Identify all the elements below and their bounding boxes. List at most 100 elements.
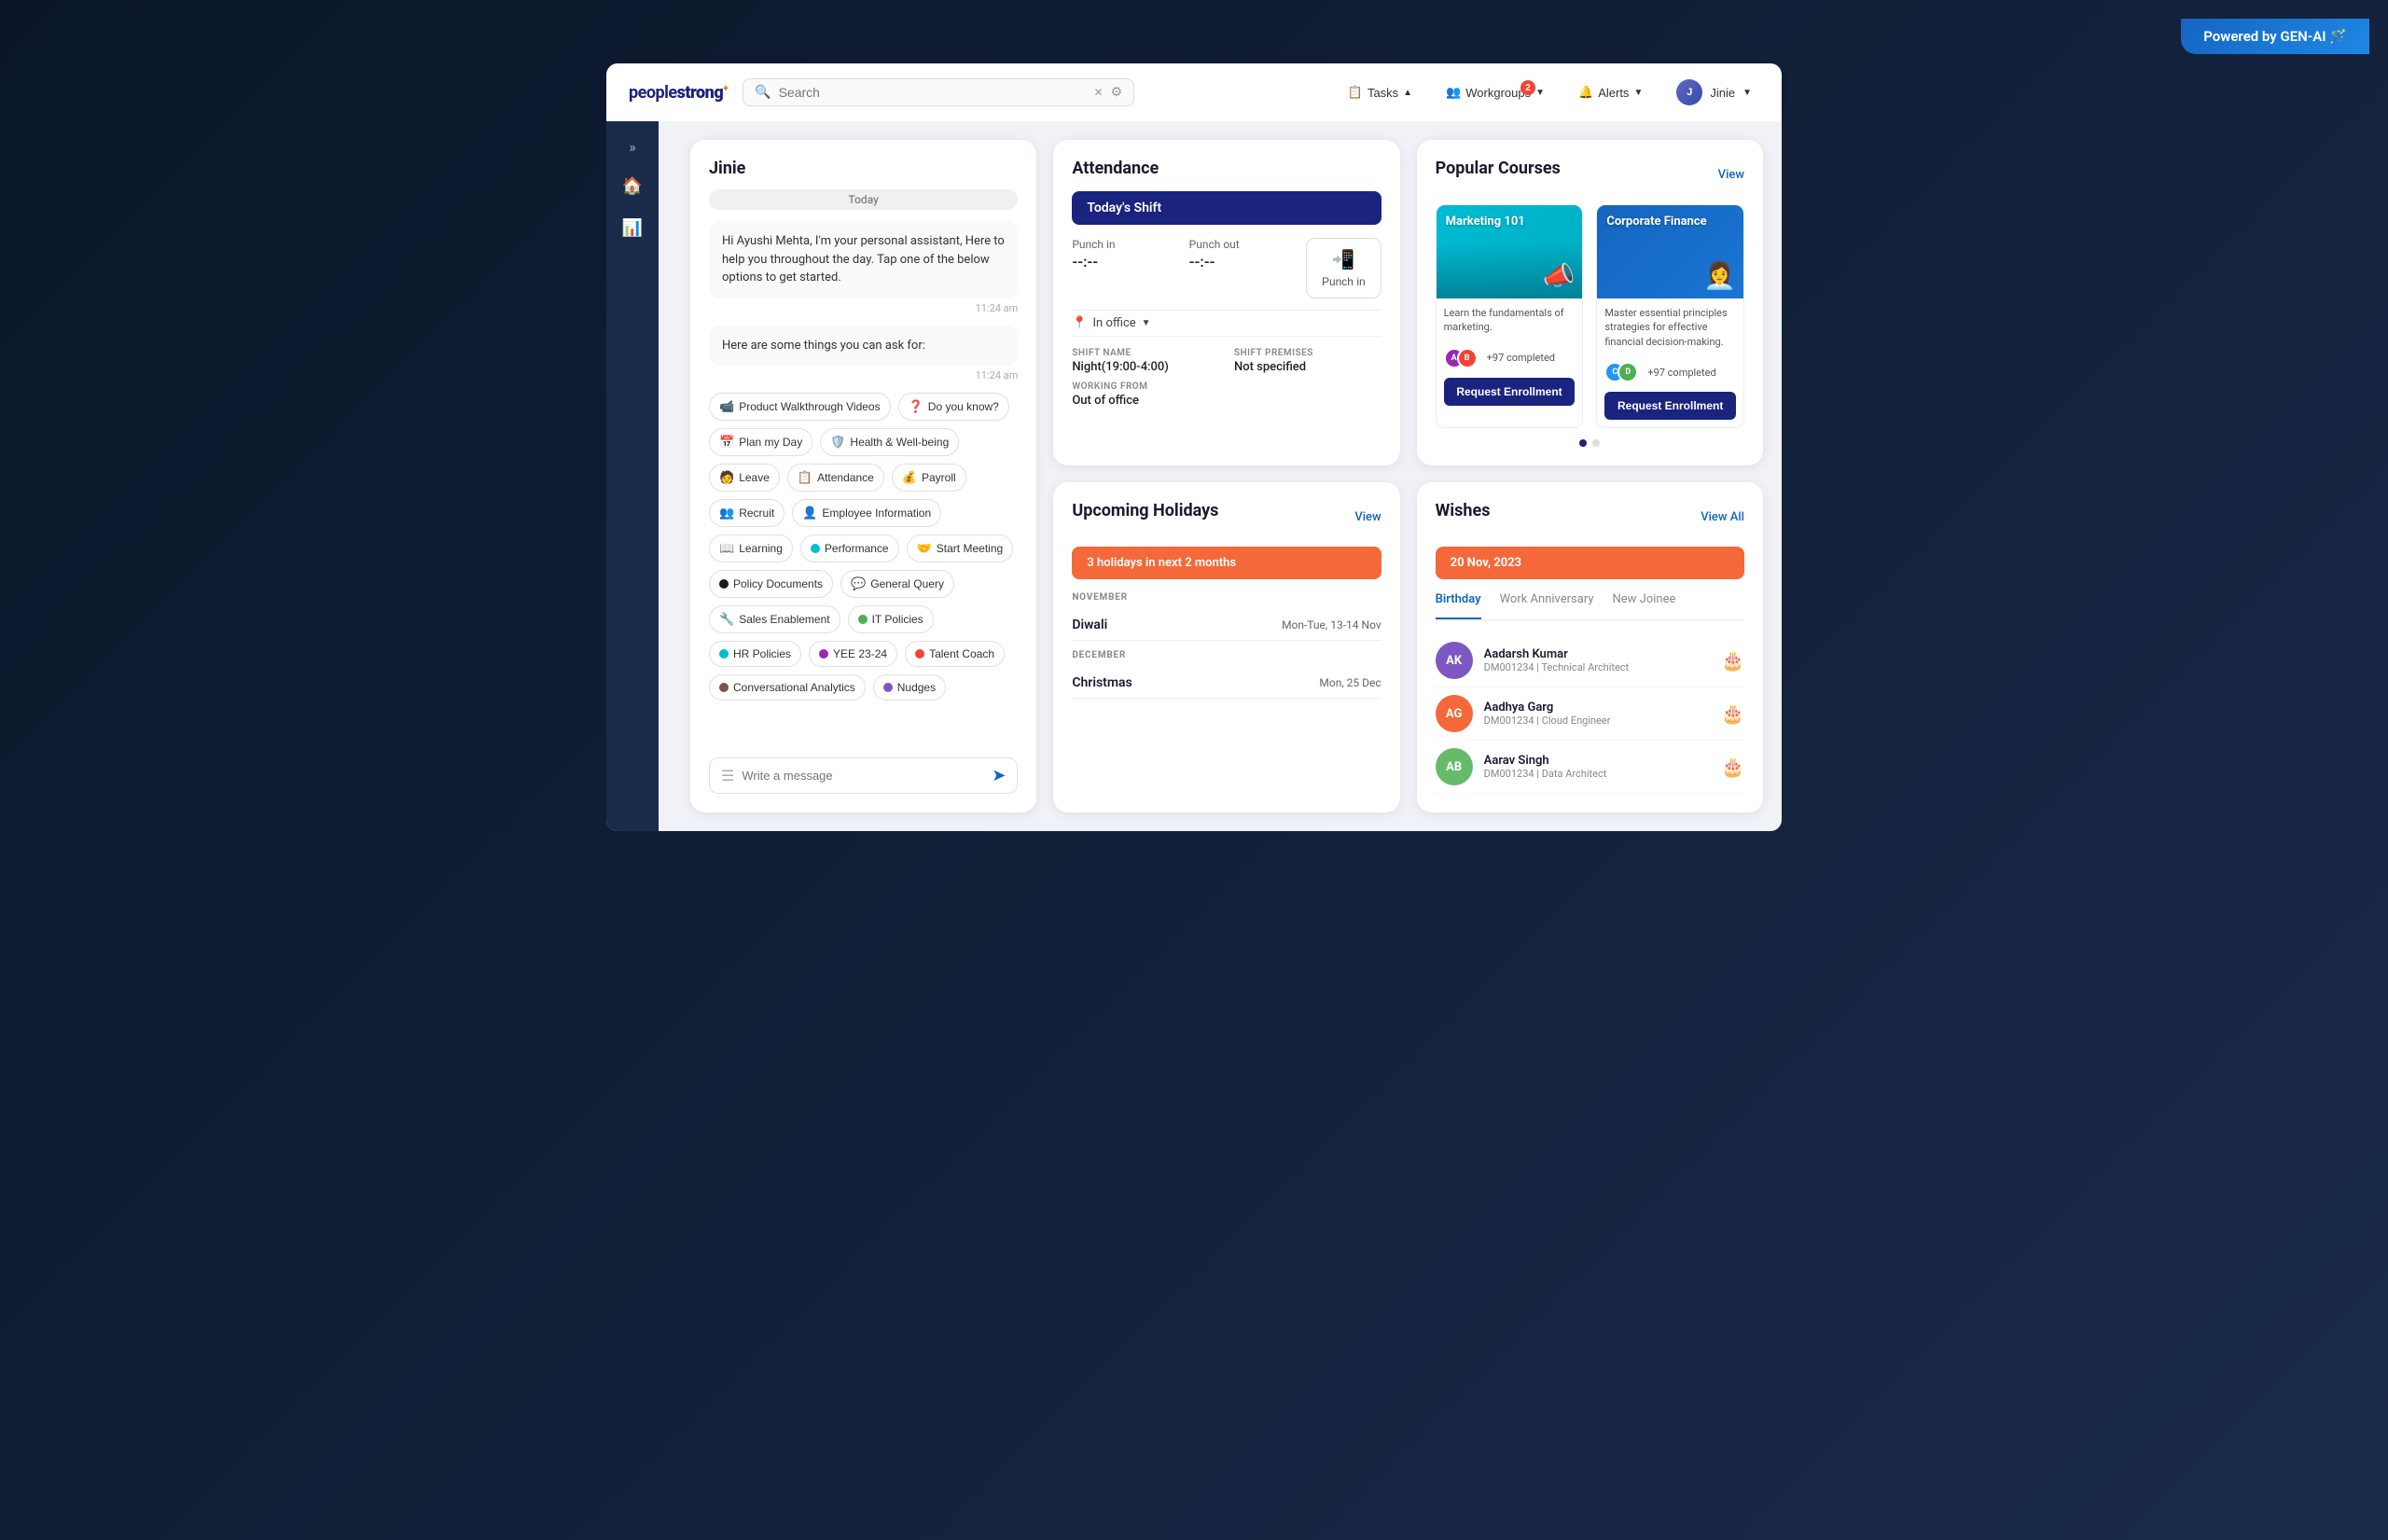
holidays-list: NOVEMBER Diwali Mon-Tue, 13-14 Nov DECEM… bbox=[1072, 592, 1381, 699]
jinie-title: Jinie bbox=[709, 159, 1018, 178]
qa-label: Recruit bbox=[739, 506, 774, 520]
enroll-finance-button[interactable]: Request Enrollment bbox=[1604, 392, 1736, 420]
shift-name-group: SHIFT NAME Night(19:00-4:00) bbox=[1072, 348, 1219, 374]
chat-greeting: Hi Ayushi Mehta, I'm your personal assis… bbox=[709, 221, 1018, 298]
shift-name-label: SHIFT NAME bbox=[1072, 348, 1219, 358]
filter-icon[interactable]: ⚙ bbox=[1111, 85, 1123, 100]
wish-name: Aadarsh Kumar bbox=[1484, 647, 1710, 661]
quick-action-employee-information[interactable]: 👤Employee Information bbox=[792, 499, 941, 527]
quick-action-sales-enablement[interactable]: 🔧Sales Enablement bbox=[709, 605, 840, 633]
search-input[interactable] bbox=[779, 85, 1087, 100]
wish-person: AG Aadhya Garg DM001234 | Cloud Engineer… bbox=[1436, 687, 1744, 741]
send-button[interactable]: ➤ bbox=[992, 766, 1006, 785]
courses-view-link[interactable]: View bbox=[1718, 168, 1744, 182]
workgroups-button[interactable]: 👥 Workgroups 2 ▼ bbox=[1438, 80, 1552, 104]
chart-icon[interactable]: 📊 bbox=[615, 211, 650, 245]
location-value: In office bbox=[1093, 316, 1136, 330]
punch-icon: 📲 bbox=[1332, 248, 1355, 271]
logo-text: peoplestrong+ bbox=[629, 83, 728, 103]
quick-action-health-&-well-being[interactable]: 🛡️ Health & Well-being bbox=[820, 428, 959, 456]
qa-label: Start Meeting bbox=[937, 542, 1003, 555]
punch-row: Punch in --:-- Punch out --:-- 📲 Punch i… bbox=[1072, 238, 1381, 298]
quick-action-plan-my-day[interactable]: 📅Plan my Day bbox=[709, 428, 812, 456]
qa-label: Health & Well-being bbox=[850, 436, 949, 449]
enroll-marketing-button[interactable]: Request Enrollment bbox=[1444, 378, 1576, 406]
course-marketing-title: Marketing 101 bbox=[1446, 215, 1525, 229]
wish-id: DM001234 | Technical Architect bbox=[1484, 661, 1710, 673]
avatar-4: D bbox=[1617, 362, 1638, 382]
shift-premises-group: SHIFT PREMISES Not specified bbox=[1234, 348, 1381, 374]
working-from-group: WORKING FROM Out of office bbox=[1072, 382, 1219, 408]
holiday-month: DECEMBER bbox=[1072, 650, 1381, 660]
qa-icon: ❓ bbox=[909, 399, 923, 414]
quick-action-attendance[interactable]: 📋Attendance bbox=[787, 464, 884, 492]
tasks-label: Tasks bbox=[1368, 86, 1398, 100]
user-menu-button[interactable]: J Jinie ▼ bbox=[1669, 75, 1759, 110]
wish-name: Aarav Singh bbox=[1484, 754, 1710, 768]
qa-label: IT Policies bbox=[872, 613, 923, 626]
alerts-button[interactable]: 🔔 Alerts ▼ bbox=[1571, 80, 1650, 104]
quick-action-policy-documents[interactable]: Policy Documents bbox=[709, 570, 833, 598]
quick-actions: 📹Product Walkthrough Videos❓Do you know?… bbox=[709, 393, 1018, 701]
quick-action-product-walkthrough-videos[interactable]: 📹Product Walkthrough Videos bbox=[709, 393, 891, 421]
quick-action-conversational-analytics[interactable]: Conversational Analytics bbox=[709, 674, 866, 701]
home-icon[interactable]: 🏠 bbox=[615, 169, 650, 203]
course-marketing-footer: A B +97 completed bbox=[1437, 342, 1583, 374]
qa-label: Talent Coach bbox=[929, 647, 994, 660]
quick-action-do-you-know?[interactable]: ❓Do you know? bbox=[898, 393, 1009, 421]
wish-name: Aadhya Garg bbox=[1484, 701, 1710, 715]
quick-action-payroll[interactable]: 💰Payroll bbox=[892, 464, 966, 492]
quick-action-recruit[interactable]: 👥Recruit bbox=[709, 499, 784, 527]
quick-action-leave[interactable]: 🧑Leave bbox=[709, 464, 780, 492]
quick-action-nudges[interactable]: Nudges bbox=[873, 674, 946, 701]
holiday-month: NOVEMBER bbox=[1072, 592, 1381, 603]
qa-dot bbox=[719, 579, 729, 589]
user-chevron: ▼ bbox=[1742, 88, 1752, 98]
quick-action-general-query[interactable]: 💬General Query bbox=[840, 570, 954, 598]
workgroups-icon: 👥 bbox=[1446, 85, 1461, 100]
avatar-2: B bbox=[1457, 348, 1478, 368]
search-bar[interactable]: 🔍 ✕ ⚙ bbox=[743, 78, 1134, 106]
qa-icon: 🛡️ bbox=[830, 435, 845, 450]
quick-action-talent-coach[interactable]: Talent Coach bbox=[905, 641, 1005, 667]
quick-action-hr-policies[interactable]: HR Policies bbox=[709, 641, 801, 667]
qa-label: Attendance bbox=[817, 471, 874, 484]
qa-label: Nudges bbox=[897, 681, 936, 694]
birthday-icon: 🎂 bbox=[1721, 702, 1744, 725]
punch-in-time: --:-- bbox=[1072, 253, 1188, 271]
tasks-button[interactable]: 📋 Tasks ▲ bbox=[1340, 80, 1420, 104]
course-finance-avatars: C D bbox=[1604, 362, 1631, 382]
punch-out-label: Punch out bbox=[1189, 238, 1306, 251]
gen-ai-banner: Powered by GEN-AI 🪄 bbox=[2181, 19, 2369, 54]
carousel-dots bbox=[1436, 439, 1744, 447]
holiday-row: Diwali Mon-Tue, 13-14 Nov bbox=[1072, 610, 1381, 641]
quick-action-yee-23-24[interactable]: YEE 23-24 bbox=[809, 641, 897, 667]
qa-icon: 📹 bbox=[719, 399, 734, 414]
search-icon: 🔍 bbox=[755, 85, 771, 100]
quick-action-start-meeting[interactable]: 🤝Start Meeting bbox=[907, 534, 1014, 562]
holiday-name: Christmas bbox=[1072, 675, 1132, 690]
course-finance-enroll: Request Enrollment bbox=[1597, 388, 1743, 427]
attendance-card: Attendance Today's Shift Punch in --:-- … bbox=[1053, 140, 1399, 465]
course-marketing-enroll: Request Enrollment bbox=[1437, 374, 1583, 413]
workgroups-badge: 2 bbox=[1520, 80, 1535, 95]
punch-in-button[interactable]: 📲 Punch in bbox=[1306, 238, 1381, 298]
clear-search-icon[interactable]: ✕ bbox=[1094, 86, 1104, 99]
wish-tab-birthday[interactable]: Birthday bbox=[1436, 592, 1481, 612]
quick-action-it-policies[interactable]: IT Policies bbox=[848, 605, 934, 633]
wish-id: DM001234 | Data Architect bbox=[1484, 768, 1710, 780]
qa-dot bbox=[883, 683, 893, 692]
chat-date-badge: Today bbox=[709, 189, 1018, 210]
quick-action-learning[interactable]: 📖Learning bbox=[709, 534, 793, 562]
sidebar-toggle[interactable]: » bbox=[623, 132, 642, 161]
wish-tab-work-anniversary[interactable]: Work Anniversary bbox=[1500, 592, 1594, 612]
qa-label: Employee Information bbox=[822, 506, 931, 520]
holidays-header: Upcoming Holidays View bbox=[1072, 501, 1381, 534]
quick-action-performance[interactable]: Performance bbox=[800, 534, 899, 562]
course-marketing-count: +97 completed bbox=[1487, 352, 1555, 364]
dot-2 bbox=[1592, 439, 1600, 447]
wish-tab-new-joinee[interactable]: New Joinee bbox=[1613, 592, 1676, 612]
holidays-view-link[interactable]: View bbox=[1354, 510, 1381, 524]
chat-input[interactable] bbox=[742, 769, 984, 783]
wishes-view-all-link[interactable]: View All bbox=[1701, 510, 1744, 524]
